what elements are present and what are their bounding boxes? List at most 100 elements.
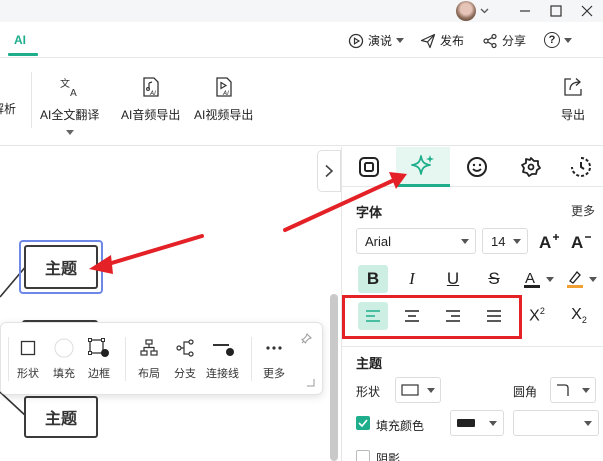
topic-node[interactable]: 主题	[24, 396, 98, 438]
font-color-picker[interactable]: A	[523, 269, 554, 289]
fill-gradient-select[interactable]	[513, 410, 599, 436]
decrease-font-button[interactable]: A	[566, 227, 596, 255]
shape-label: 形状	[356, 385, 381, 399]
fill-color-checkbox[interactable]	[356, 416, 370, 430]
align-justify-icon	[487, 310, 501, 322]
connector-line-icon	[212, 344, 234, 356]
present-button[interactable]: 演说	[348, 32, 405, 49]
font-size-select[interactable]: 14	[482, 228, 528, 254]
maximize-button[interactable]	[541, 0, 571, 22]
help-icon: ?	[544, 32, 560, 48]
subscript-button[interactable]: X2	[564, 302, 594, 330]
align-center-icon	[405, 310, 419, 322]
send-icon	[420, 33, 436, 48]
avatar-chevron-icon[interactable]	[480, 6, 489, 15]
font-family-select[interactable]: Arial	[356, 228, 476, 254]
tab-ai[interactable]: AI	[14, 33, 26, 47]
topic-node-selected[interactable]: 主题	[24, 245, 98, 289]
font-more-link[interactable]: 更多	[571, 202, 595, 219]
publish-button[interactable]: 发布	[420, 32, 464, 49]
shadow-label: 阴影	[376, 452, 401, 461]
shape-tool-label: 形状	[17, 368, 39, 380]
align-right-button[interactable]	[438, 302, 468, 330]
mindmap-canvas[interactable]: 主题 主题	[0, 147, 330, 461]
chevron-down-icon	[546, 276, 554, 282]
ai-video-export-button[interactable]: AI AI视频导出	[194, 76, 253, 123]
italic-icon: I	[409, 269, 415, 288]
border-tool[interactable]: 边框	[88, 337, 110, 381]
layout-tree-icon	[140, 339, 158, 356]
border-tool-label: 边框	[88, 368, 110, 380]
panel-section-divider	[342, 346, 603, 347]
strikethrough-icon: S	[488, 269, 500, 288]
properties-panel: 字体 更多 Arial 14 A A B I U S A X2 X2 主题 形状…	[341, 147, 603, 461]
checkmark-icon	[358, 419, 368, 427]
ribbon-divider	[31, 72, 32, 128]
tab-ai-sparkle[interactable]	[396, 147, 450, 187]
justify-button[interactable]	[479, 302, 509, 330]
shape-tool[interactable]: 形状	[17, 337, 39, 381]
branch-tool[interactable]: 分支	[174, 337, 196, 381]
parse-label: 解析	[0, 102, 17, 116]
ribbon-toolbar: 解析 文 A AI全文翻译 AI AI音频导出 AI AI视频导出 导	[0, 58, 603, 146]
share-label: 分享	[502, 34, 527, 48]
chevron-down-icon	[427, 387, 435, 393]
collapse-panel-button[interactable]	[317, 150, 341, 192]
svg-text:A: A	[70, 88, 77, 98]
ai-audio-export-button[interactable]: AI AI音频导出	[121, 76, 180, 123]
topic-text: 主题	[44, 259, 77, 278]
vertical-scrollbar[interactable]	[330, 294, 338, 461]
minimize-button[interactable]	[510, 0, 540, 22]
tab-history[interactable]	[558, 147, 603, 187]
export-button[interactable]: 导出	[561, 76, 585, 123]
square-icon	[20, 340, 36, 356]
connector-tool[interactable]: 连接线	[206, 337, 239, 381]
toolbar-divider	[251, 337, 252, 381]
border-icon	[88, 338, 109, 357]
chevron-down-icon	[513, 238, 521, 244]
shape-select[interactable]	[395, 377, 441, 403]
ai-video-export-label: AI视频导出	[194, 108, 254, 122]
more-tool-label: 更多	[263, 368, 285, 380]
tab-emoji[interactable]	[450, 147, 504, 187]
corner-select[interactable]	[550, 377, 596, 403]
font-increase-icon: A	[539, 233, 559, 250]
strikethrough-button[interactable]: S	[479, 265, 509, 293]
increase-font-button[interactable]: A	[534, 227, 564, 255]
help-button[interactable]: ?	[544, 32, 572, 48]
share-button[interactable]: 分享	[482, 32, 526, 49]
sparkle-icon	[411, 154, 434, 175]
highlight-color-picker[interactable]	[566, 269, 597, 289]
pin-icon[interactable]	[300, 333, 312, 345]
shadow-checkbox[interactable]	[356, 450, 370, 461]
bold-icon: B	[366, 269, 380, 288]
superscript-button[interactable]: X2	[522, 302, 552, 330]
underline-button[interactable]: U	[438, 265, 468, 293]
user-avatar[interactable]	[456, 1, 476, 21]
tab-theme[interactable]	[504, 147, 558, 187]
more-tool[interactable]: 更多	[263, 337, 285, 381]
font-section-title: 字体	[356, 205, 383, 220]
resize-corner-icon[interactable]	[305, 377, 315, 387]
fill-tool-label: 填充	[53, 368, 75, 380]
smiley-icon	[467, 157, 487, 177]
layout-tool-label: 布局	[138, 368, 160, 380]
ai-translate-button[interactable]: 文 A AI全文翻译	[40, 76, 99, 135]
bold-button[interactable]: B	[358, 265, 388, 293]
present-caret-icon	[396, 38, 405, 43]
connector-tool-label: 连接线	[206, 368, 239, 380]
svg-text:A: A	[539, 233, 551, 250]
publish-label: 发布	[440, 34, 465, 48]
align-center-button[interactable]	[397, 302, 427, 330]
layout-tool[interactable]: 布局	[138, 337, 160, 381]
parse-button[interactable]: 解析	[0, 100, 16, 117]
subscript-icon: X2	[571, 306, 587, 326]
fill-tool[interactable]: 填充	[53, 337, 75, 381]
align-left-button[interactable]	[358, 302, 388, 330]
fill-color-select[interactable]	[450, 410, 504, 436]
italic-button[interactable]: I	[397, 265, 427, 293]
more-dots-icon	[266, 346, 282, 350]
floating-toolbar: 形状 填充 边框 布局 分支 连接线 更多	[0, 322, 323, 395]
close-window-button[interactable]	[572, 0, 602, 22]
tab-style[interactable]	[342, 147, 396, 187]
